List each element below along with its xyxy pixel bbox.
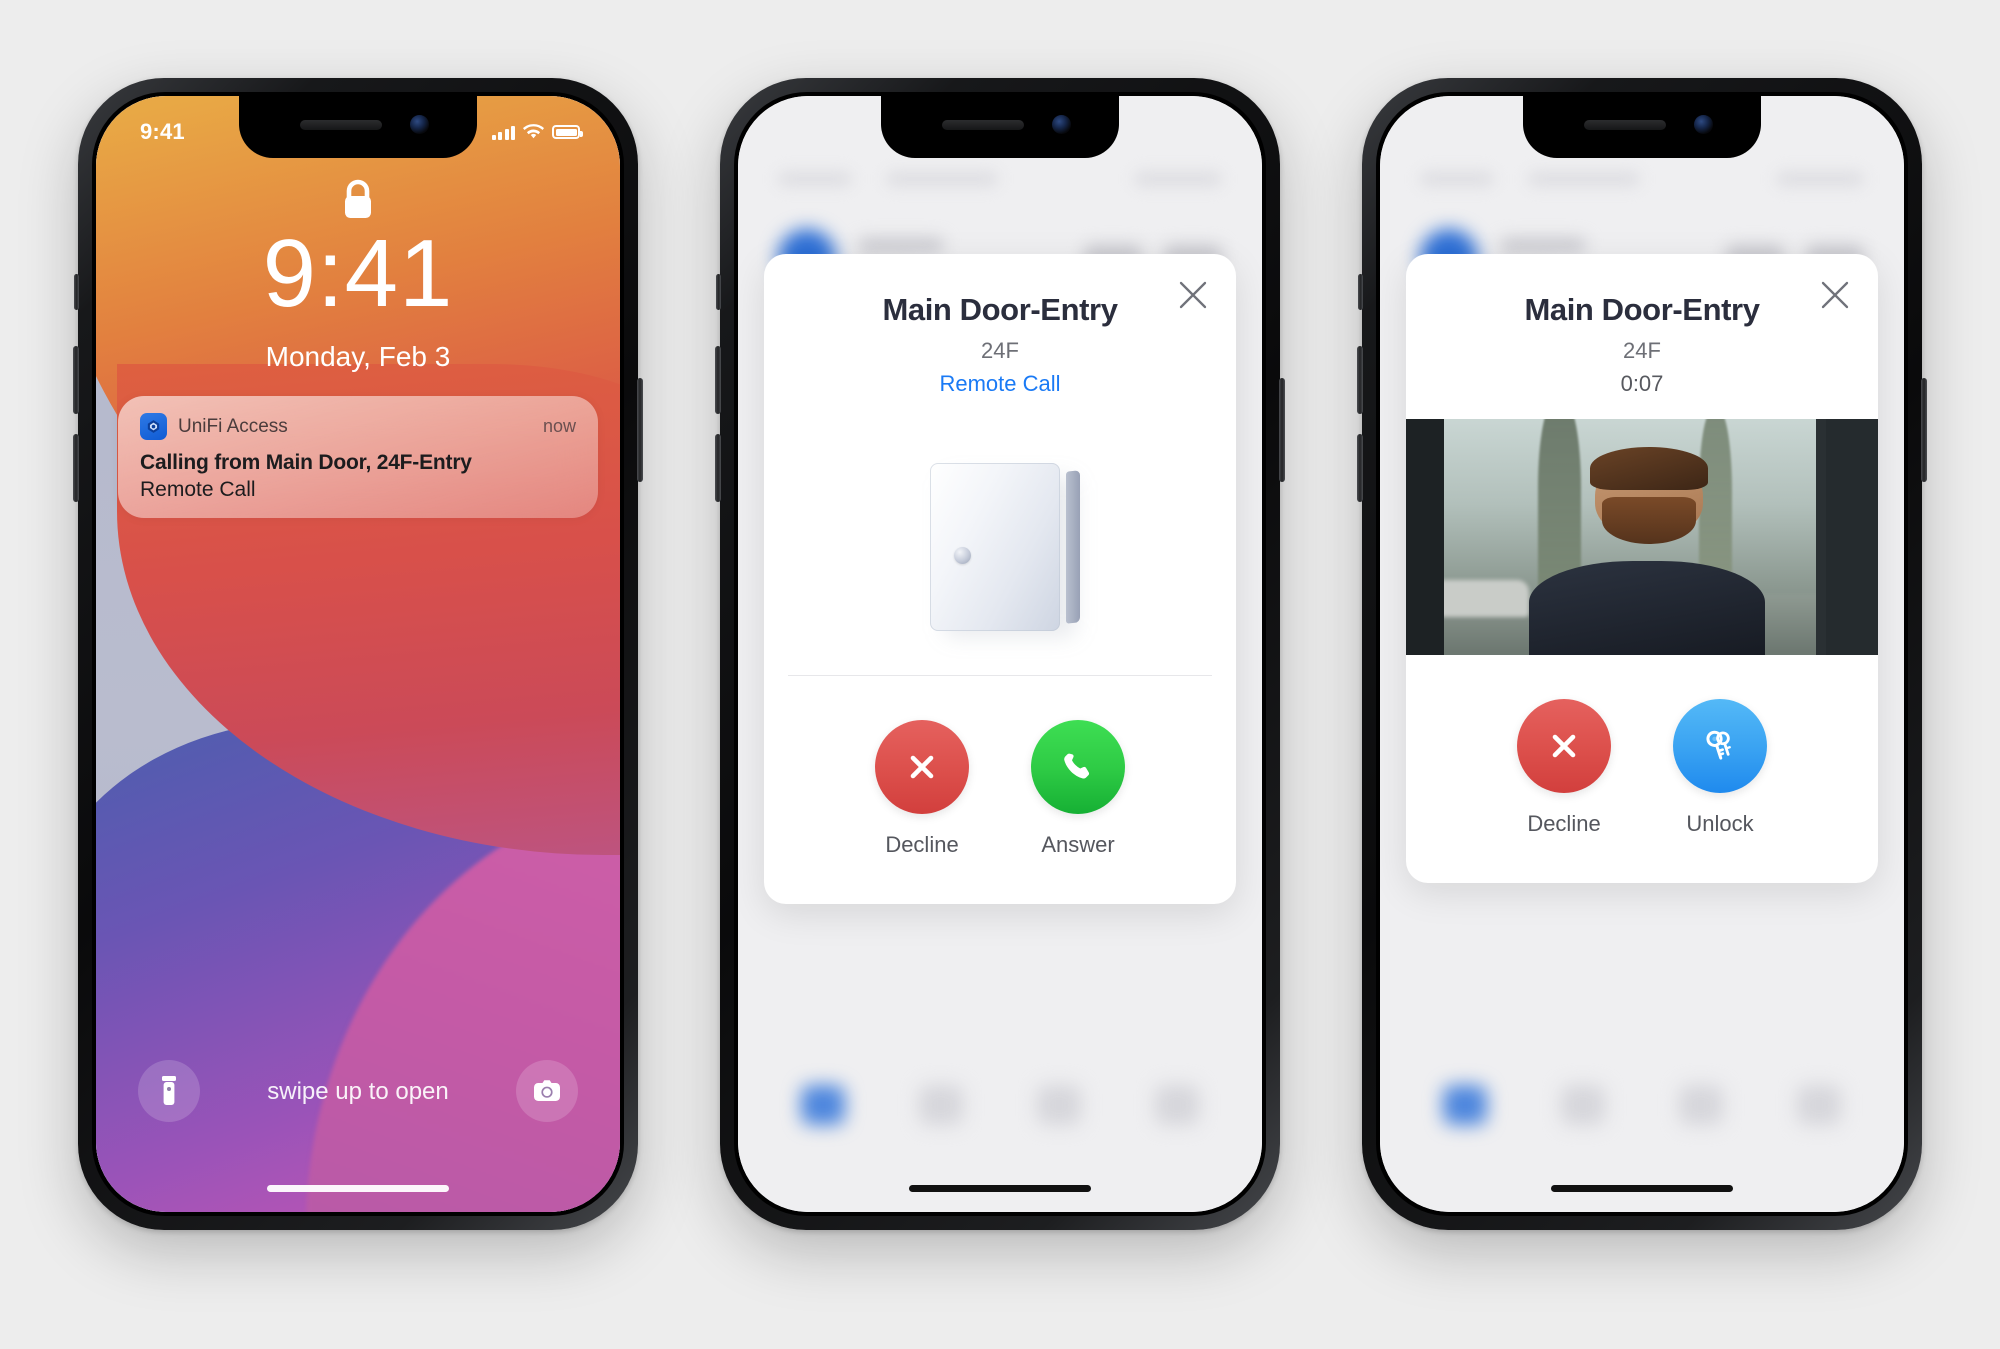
lockscreen-screen: 9:41 9:41 Monday, Feb 3 UniFi Access now… bbox=[96, 96, 620, 1212]
mute-switch[interactable] bbox=[716, 274, 721, 310]
status-bar-time: 9:41 bbox=[140, 119, 185, 144]
notification-card[interactable]: UniFi Access now Calling from Main Door,… bbox=[118, 396, 598, 518]
unlock-button-label: Unlock bbox=[1686, 811, 1754, 836]
keys-icon bbox=[1673, 699, 1767, 793]
call-status-label: Remote Call bbox=[939, 371, 1061, 396]
decline-button-label: Decline bbox=[1527, 811, 1601, 836]
device-notch bbox=[1523, 96, 1761, 158]
front-camera bbox=[1694, 115, 1713, 134]
modal-title: Main Door-Entry bbox=[882, 292, 1118, 327]
device-notch bbox=[881, 96, 1119, 158]
decline-button[interactable]: Decline bbox=[1517, 699, 1611, 837]
door-reader-image bbox=[764, 419, 1236, 675]
active-call-modal: Main Door-Entry 24F 0:07 Decline Unlock bbox=[1406, 254, 1878, 883]
call-actions: Decline Unlock bbox=[1406, 655, 1878, 883]
wifi-icon bbox=[523, 124, 544, 139]
volume-up-button[interactable] bbox=[1357, 346, 1363, 414]
answer-button[interactable]: Answer bbox=[1031, 720, 1125, 858]
notification-timestamp: now bbox=[542, 416, 576, 436]
phone-incoming-call: Main Door-Entry 24F Remote Call Decline … bbox=[715, 78, 1285, 1230]
notification-app-name: UniFi Access bbox=[178, 415, 288, 437]
notification-title: Calling from Main Door, 24F-Entry bbox=[140, 451, 472, 474]
call-actions: Decline Answer bbox=[764, 676, 1236, 904]
home-indicator[interactable] bbox=[267, 1185, 449, 1192]
phone-icon bbox=[1031, 720, 1125, 814]
decline-button[interactable]: Decline bbox=[875, 720, 969, 858]
cellular-bars-icon bbox=[491, 125, 515, 140]
lockscreen-clock: 9:41 bbox=[262, 220, 454, 327]
call-timer: 0:07 bbox=[1620, 371, 1664, 396]
answer-button-label: Answer bbox=[1041, 832, 1115, 857]
phone-lockscreen: 9:41 9:41 Monday, Feb 3 UniFi Access now… bbox=[73, 78, 643, 1230]
status-bar: 9:41 bbox=[96, 96, 620, 158]
mute-switch[interactable] bbox=[74, 274, 79, 310]
earpiece-speaker bbox=[1584, 120, 1666, 130]
screenshot-stage: 9:41 9:41 Monday, Feb 3 UniFi Access now… bbox=[0, 0, 2000, 1349]
volume-down-button[interactable] bbox=[715, 434, 721, 502]
volume-down-button[interactable] bbox=[73, 434, 79, 502]
home-indicator[interactable] bbox=[909, 1185, 1091, 1192]
x-icon bbox=[1517, 699, 1611, 793]
volume-up-button[interactable] bbox=[715, 346, 721, 414]
mute-switch[interactable] bbox=[1358, 274, 1363, 310]
notification-subtitle: Remote Call bbox=[140, 478, 256, 501]
camera-icon[interactable] bbox=[516, 1060, 578, 1122]
incoming-call-screen: Main Door-Entry 24F Remote Call Decline … bbox=[738, 96, 1262, 1212]
phone-bezel: Main Door-Entry 24F 0:07 Decline Unlock bbox=[1376, 92, 1908, 1216]
modal-subtitle: 24F bbox=[981, 338, 1019, 363]
modal-header: Main Door-Entry 24F Remote Call bbox=[764, 254, 1236, 419]
earpiece-speaker bbox=[942, 120, 1024, 130]
modal-title: Main Door-Entry bbox=[1524, 292, 1760, 327]
front-camera bbox=[1052, 115, 1071, 134]
close-icon[interactable] bbox=[1816, 276, 1854, 314]
power-button[interactable] bbox=[1921, 378, 1927, 482]
phone-bezel: Main Door-Entry 24F Remote Call Decline … bbox=[734, 92, 1266, 1216]
modal-header: Main Door-Entry 24F 0:07 bbox=[1406, 254, 1878, 419]
volume-down-button[interactable] bbox=[1357, 434, 1363, 502]
lockscreen-date: Monday, Feb 3 bbox=[265, 341, 451, 372]
close-icon[interactable] bbox=[1174, 276, 1212, 314]
phone-active-call: Main Door-Entry 24F 0:07 Decline Unlock bbox=[1357, 78, 1927, 1230]
volume-up-button[interactable] bbox=[73, 346, 79, 414]
modal-subtitle: 24F bbox=[1623, 338, 1661, 363]
lockscreen-bottom-bar: swipe up to open bbox=[96, 1060, 620, 1150]
power-button[interactable] bbox=[1279, 378, 1285, 482]
x-icon bbox=[875, 720, 969, 814]
visitor-silhouette bbox=[1528, 560, 1765, 655]
battery-full-icon bbox=[552, 125, 583, 139]
camera-video-feed bbox=[1406, 419, 1878, 655]
active-call-screen: Main Door-Entry 24F 0:07 Decline Unlock bbox=[1380, 96, 1904, 1212]
incoming-call-modal: Main Door-Entry 24F Remote Call Decline … bbox=[764, 254, 1236, 904]
home-indicator[interactable] bbox=[1551, 1185, 1733, 1192]
decline-button-label: Decline bbox=[885, 832, 959, 857]
door-reader-button bbox=[954, 547, 971, 564]
unlock-button[interactable]: Unlock bbox=[1673, 699, 1767, 837]
phone-bezel: 9:41 9:41 Monday, Feb 3 UniFi Access now… bbox=[92, 92, 624, 1216]
power-button[interactable] bbox=[637, 378, 643, 482]
unifi-access-app-icon bbox=[140, 413, 167, 440]
